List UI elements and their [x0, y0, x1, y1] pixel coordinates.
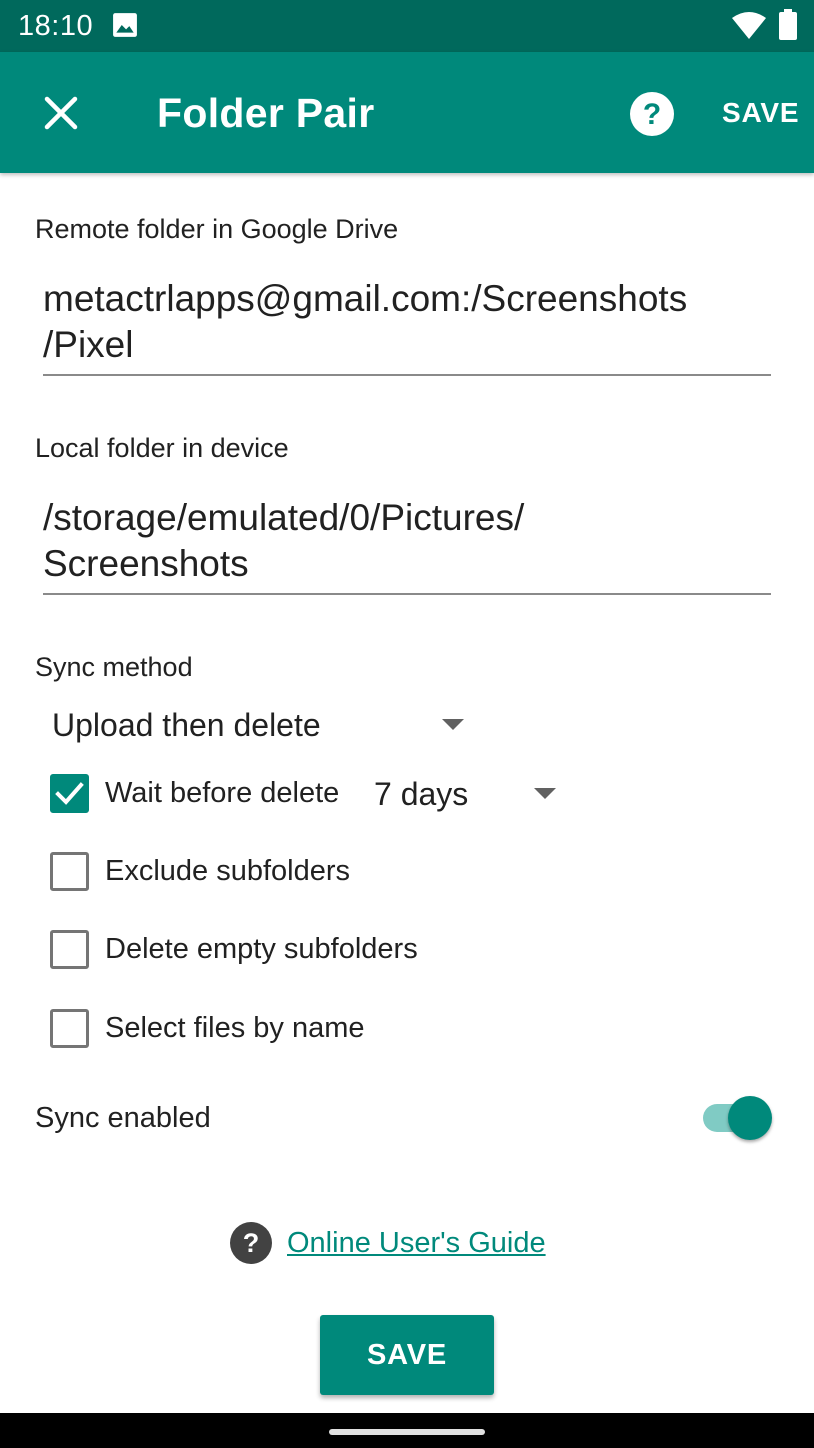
page-title: Folder Pair	[157, 90, 375, 136]
local-folder-value-line1: /storage/emulated/0/Pictures/	[43, 497, 525, 538]
delete-empty-subfolders-row[interactable]: Delete empty subfolders	[50, 930, 418, 969]
local-folder-value-line2: Screenshots	[43, 543, 249, 584]
close-icon	[44, 96, 78, 130]
svg-text:?: ?	[643, 98, 661, 131]
image-icon	[113, 13, 137, 37]
sync-method-dropdown[interactable]: Upload then delete	[52, 704, 472, 746]
status-bar: 18:10	[0, 0, 814, 52]
home-gesture-handle[interactable]	[329, 1429, 485, 1435]
remote-folder-label: Remote folder in Google Drive	[35, 214, 399, 244]
save-button-top[interactable]: SAVE	[722, 97, 799, 129]
wait-delay-dropdown[interactable]: 7 days	[374, 773, 564, 815]
remote-folder-field[interactable]: metactrlapps@gmail.com:/Screenshots /Pix…	[43, 276, 771, 376]
app-bar: Folder Pair ? SAVE	[0, 52, 814, 173]
close-button[interactable]	[36, 88, 86, 138]
wait-before-delete-checkbox[interactable]	[50, 774, 89, 813]
local-folder-label: Local folder in device	[35, 433, 289, 463]
save-button-bottom[interactable]: SAVE	[320, 1315, 494, 1395]
select-files-by-name-label: Select files by name	[105, 1012, 365, 1044]
dropdown-arrow-icon	[442, 719, 464, 730]
delete-empty-subfolders-checkbox[interactable]	[50, 930, 89, 969]
delete-empty-subfolders-label: Delete empty subfolders	[105, 933, 418, 965]
sync-enabled-label: Sync enabled	[35, 1102, 211, 1134]
sync-method-selected: Upload then delete	[52, 706, 321, 743]
help-circle-icon: ?	[230, 1222, 272, 1264]
wait-before-delete-label: Wait before delete	[105, 777, 340, 809]
sync-method-label: Sync method	[35, 652, 193, 682]
wait-before-delete-row[interactable]: Wait before delete	[50, 774, 339, 813]
exclude-subfolders-label: Exclude subfolders	[105, 855, 351, 887]
remote-folder-value-line1: metactrlapps@gmail.com:/Screenshots	[43, 278, 688, 319]
select-files-by-name-row[interactable]: Select files by name	[50, 1009, 365, 1048]
checkmark-icon	[55, 782, 84, 805]
help-button[interactable]: ?	[628, 90, 676, 138]
exclude-subfolders-checkbox[interactable]	[50, 852, 89, 891]
wait-delay-selected: 7 days	[374, 775, 469, 812]
toggle-knob	[728, 1096, 772, 1140]
sync-enabled-toggle[interactable]	[703, 1096, 772, 1140]
select-files-by-name-checkbox[interactable]	[50, 1009, 89, 1048]
battery-icon	[779, 9, 797, 40]
remote-folder-value-line2: /Pixel	[43, 324, 134, 365]
local-folder-field[interactable]: /storage/emulated/0/Pictures/ Screenshot…	[43, 495, 771, 595]
dropdown-arrow-icon	[534, 788, 556, 799]
status-time: 18:10	[18, 10, 94, 42]
help-circle-icon: ?	[630, 92, 674, 136]
navigation-bar	[0, 1413, 814, 1448]
online-guide-link[interactable]: Online User's Guide	[287, 1227, 546, 1260]
online-guide: ? Online User's Guide	[229, 1221, 546, 1265]
svg-text:?: ?	[243, 1228, 260, 1258]
exclude-subfolders-row[interactable]: Exclude subfolders	[50, 852, 350, 891]
wifi-icon	[732, 12, 766, 39]
